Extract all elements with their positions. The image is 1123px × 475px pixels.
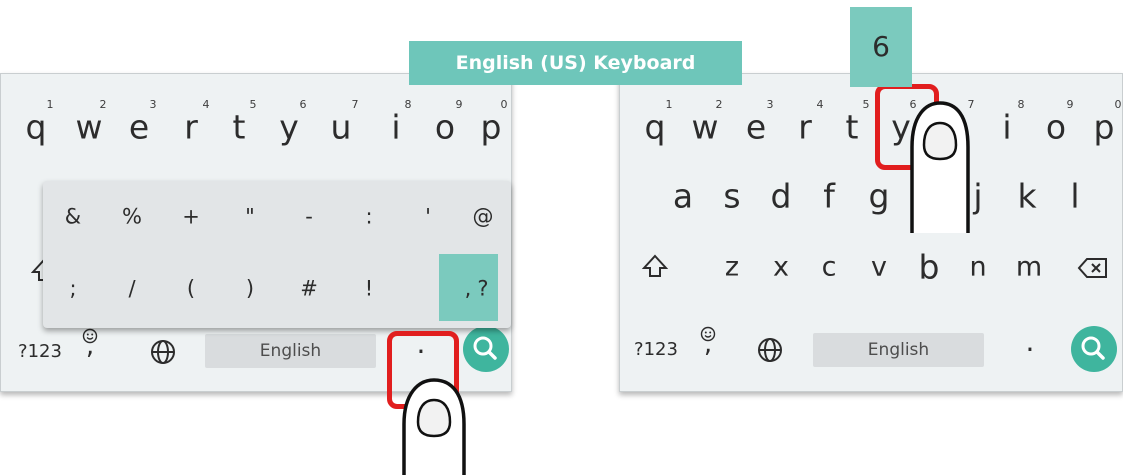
popup-symbol[interactable]: ; xyxy=(69,278,76,300)
popup-symbol[interactable]: ! xyxy=(365,278,373,300)
key-hint-0: 0 xyxy=(500,98,508,111)
key-hint-1: 1 xyxy=(46,98,54,111)
key-v[interactable]: v xyxy=(871,254,887,281)
key-hint-3: 3 xyxy=(149,98,157,111)
key-hint-5: 5 xyxy=(249,98,257,111)
key-s[interactable]: s xyxy=(723,180,740,213)
key-e[interactable]: e xyxy=(746,111,766,144)
key-hint-9: 9 xyxy=(455,98,463,111)
key-hint-6: 6 xyxy=(299,98,307,111)
key-m[interactable]: m xyxy=(1016,254,1042,281)
key-t[interactable]: t xyxy=(846,111,859,144)
search-icon xyxy=(473,336,497,360)
key-z[interactable]: z xyxy=(725,254,739,281)
popup-symbol[interactable]: + xyxy=(182,206,200,228)
popup-symbol[interactable]: @ xyxy=(473,206,494,228)
key-w[interactable]: w xyxy=(692,111,719,144)
popup-symbol[interactable]: ? xyxy=(477,278,488,300)
key-preview-bubble: 6 xyxy=(850,7,912,87)
key-y[interactable]: y xyxy=(279,111,299,144)
key-a[interactable]: a xyxy=(673,180,693,213)
key-hint-4: 4 xyxy=(202,98,210,111)
key-q[interactable]: q xyxy=(645,111,666,144)
popup-symbol[interactable]: - xyxy=(305,206,313,228)
key-l[interactable]: l xyxy=(1070,180,1079,213)
key-i[interactable]: i xyxy=(391,111,400,144)
key-hint-8: 8 xyxy=(1017,98,1025,111)
page-title: English (US) Keyboard xyxy=(409,41,742,85)
space-bar[interactable]: English xyxy=(813,333,984,367)
key-hint-5: 5 xyxy=(862,98,870,111)
key-b[interactable]: b xyxy=(919,251,940,284)
key-n[interactable]: n xyxy=(969,254,986,281)
key-i[interactable]: i xyxy=(1002,111,1011,144)
keyboard-right: q 1 w 2 e 3 r 4 t 5 y 6 u 7 i 8 o 9 p 0 … xyxy=(619,73,1123,392)
key-f[interactable]: f xyxy=(823,180,835,213)
key-t[interactable]: t xyxy=(233,111,246,144)
popup-symbol[interactable]: ' xyxy=(425,206,431,228)
key-p[interactable]: p xyxy=(1094,111,1115,144)
space-bar[interactable]: English xyxy=(205,334,376,368)
key-w[interactable]: w xyxy=(76,111,103,144)
key-hint-7: 7 xyxy=(351,98,359,111)
popup-symbol[interactable]: " xyxy=(245,206,255,228)
popup-symbol-selected[interactable]: , xyxy=(465,278,472,300)
popup-symbol[interactable]: / xyxy=(128,278,135,300)
finger-icon xyxy=(402,378,466,475)
key-g[interactable]: g xyxy=(869,180,890,213)
key-u[interactable]: u xyxy=(331,111,352,144)
key-q[interactable]: q xyxy=(26,111,47,144)
backspace-icon[interactable] xyxy=(1077,256,1109,284)
period-key[interactable]: . xyxy=(1026,328,1035,356)
globe-icon[interactable] xyxy=(756,336,784,368)
key-hint-0: 0 xyxy=(1114,98,1122,111)
popup-symbol[interactable]: ) xyxy=(246,278,254,300)
key-d[interactable]: d xyxy=(771,180,792,213)
popup-symbol[interactable]: ( xyxy=(187,278,195,300)
key-hint-9: 9 xyxy=(1066,98,1074,111)
key-hint-2: 2 xyxy=(99,98,107,111)
popup-symbol[interactable]: & xyxy=(65,206,81,228)
popup-symbol[interactable]: : xyxy=(365,206,372,228)
search-icon xyxy=(1081,336,1105,360)
symbol-popup: & % + " - : ' @ ; / ( ) # ! , ? ? xyxy=(43,181,511,328)
globe-icon[interactable] xyxy=(149,338,177,370)
key-hint-8: 8 xyxy=(404,98,412,111)
key-e[interactable]: e xyxy=(129,111,149,144)
symbols-key[interactable]: ?123 xyxy=(18,343,62,361)
key-x[interactable]: x xyxy=(773,254,789,281)
key-o[interactable]: o xyxy=(435,111,455,144)
key-k[interactable]: k xyxy=(1017,180,1036,213)
shift-icon[interactable] xyxy=(641,253,669,283)
key-r[interactable]: r xyxy=(798,111,812,144)
key-hint-2: 2 xyxy=(715,98,723,111)
key-o[interactable]: o xyxy=(1046,111,1066,144)
key-r[interactable]: r xyxy=(184,111,198,144)
key-hint-3: 3 xyxy=(766,98,774,111)
search-button[interactable] xyxy=(463,326,509,372)
comma-key[interactable]: , xyxy=(86,333,94,359)
key-hint-4: 4 xyxy=(816,98,824,111)
popup-symbol[interactable]: % xyxy=(122,206,142,228)
popup-symbol[interactable]: # xyxy=(300,278,318,300)
key-p[interactable]: p xyxy=(481,111,502,144)
comma-key[interactable]: , xyxy=(704,331,712,357)
search-button[interactable] xyxy=(1071,326,1117,372)
finger-icon xyxy=(910,101,970,233)
symbols-key[interactable]: ?123 xyxy=(634,341,678,359)
key-c[interactable]: c xyxy=(822,254,837,281)
key-hint-1: 1 xyxy=(665,98,673,111)
